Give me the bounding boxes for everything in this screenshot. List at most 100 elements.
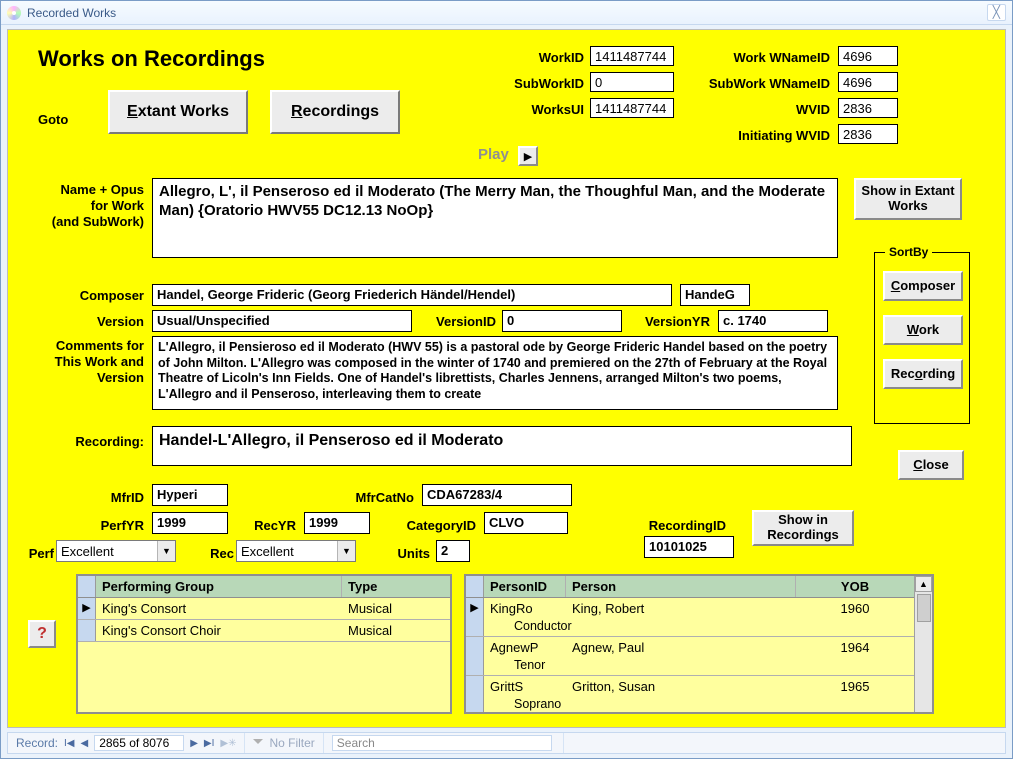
row-selector[interactable] xyxy=(466,637,484,675)
rec-label: Rec xyxy=(198,546,234,561)
wnameid-field[interactable]: 4696 xyxy=(838,46,898,66)
table-row[interactable]: ▶ KingRo King, Robert 1960 Conductor xyxy=(466,598,914,637)
scroll-up-icon[interactable]: ▲ xyxy=(915,576,932,592)
goto-label: Goto xyxy=(38,112,98,127)
units-field[interactable]: 2 xyxy=(436,540,470,562)
scroll-thumb[interactable] xyxy=(917,594,931,622)
perfyr-label: PerfYR xyxy=(68,518,144,533)
play-button[interactable]: ▶ xyxy=(518,146,538,166)
nameopus-field[interactable]: Allegro, L', il Penseroso ed il Moderato… xyxy=(152,178,838,258)
wnameid-label: Work WNameID xyxy=(708,50,830,65)
mfrid-field[interactable]: Hyperi xyxy=(152,484,228,506)
cell-group: King's Consort Choir xyxy=(96,620,342,641)
window-title: Recorded Works xyxy=(27,6,116,20)
play-label: Play xyxy=(478,146,509,163)
cell-person: Gritton, Susan xyxy=(566,676,796,697)
row-selector[interactable] xyxy=(466,676,484,712)
worksui-field[interactable]: 1411487744 xyxy=(590,98,674,118)
nav-next-button[interactable]: ▶ xyxy=(190,738,198,749)
chevron-down-icon: ▼ xyxy=(337,541,355,561)
search-input[interactable] xyxy=(332,735,552,751)
recordnav-label: Record: xyxy=(16,736,58,750)
sortby-legend: SortBy xyxy=(885,245,932,259)
versionid-field[interactable]: 0 xyxy=(502,310,622,332)
initwvid-field[interactable]: 2836 xyxy=(838,124,898,144)
comments-field[interactable]: L'Allegro, il Pensieroso ed il Moderato … xyxy=(152,336,838,410)
wvid-field[interactable]: 2836 xyxy=(838,98,898,118)
cell-pid: KingRo xyxy=(484,598,566,619)
sortby-group: SortBy Composer Work Recording xyxy=(874,252,970,424)
grid-body: ▶ King's Consort Musical King's Consort … xyxy=(78,598,450,712)
sort-work-button[interactable]: Work xyxy=(883,315,963,345)
workid-label: WorkID xyxy=(478,50,584,65)
composer-field[interactable]: Handel, George Frideric (Georg Friederic… xyxy=(152,284,672,306)
grid1-col-group: Performing Group xyxy=(96,576,342,597)
categoryid-field[interactable]: CLVO xyxy=(484,512,568,534)
worksui-label: WorksUI xyxy=(478,102,584,117)
row-selector[interactable] xyxy=(78,620,96,641)
subwnameid-field[interactable]: 4696 xyxy=(838,72,898,92)
record-position-field[interactable] xyxy=(94,735,184,751)
nav-last-button[interactable]: ▶I xyxy=(204,738,214,749)
row-selector[interactable]: ▶ xyxy=(466,598,484,636)
recyr-field[interactable]: 1999 xyxy=(304,512,370,534)
nofilter-label: No Filter xyxy=(269,736,314,750)
show-extant-button[interactable]: Show in Extant Works xyxy=(854,178,962,220)
units-label: Units xyxy=(386,546,430,561)
nav-first-button[interactable]: I◀ xyxy=(64,738,74,749)
perfyr-field[interactable]: 1999 xyxy=(152,512,228,534)
categoryid-label: CategoryID xyxy=(384,518,476,533)
table-row[interactable]: King's Consort Choir Musical xyxy=(78,620,450,642)
cell-role: Tenor xyxy=(484,658,914,672)
cell-role: Soprano xyxy=(484,697,914,711)
versionyr-field[interactable]: c. 1740 xyxy=(718,310,828,332)
mfrid-label: MfrID xyxy=(78,490,144,505)
recordingid-field[interactable]: 10101025 xyxy=(644,536,734,558)
grid1-col-type: Type xyxy=(342,576,450,597)
recordings-button[interactable]: Recordings xyxy=(270,90,400,134)
versionid-label: VersionID xyxy=(422,314,496,329)
sort-recording-button[interactable]: Recording xyxy=(883,359,963,389)
window: Recorded Works ╳ Works on Recordings Got… xyxy=(0,0,1013,759)
wvid-label: WVID xyxy=(728,102,830,117)
performing-group-grid[interactable]: Performing Group Type ▶ King's Consort M… xyxy=(76,574,452,714)
table-row[interactable]: AgnewP Agnew, Paul 1964 Tenor xyxy=(466,637,914,676)
help-button[interactable]: ? xyxy=(28,620,56,648)
nav-new-button[interactable]: ▶✳ xyxy=(220,738,236,749)
cell-role: Conductor xyxy=(484,619,914,633)
app-icon xyxy=(7,6,21,20)
rec-combo-value: Excellent xyxy=(241,544,294,559)
row-selector-header xyxy=(78,576,96,597)
close-button[interactable]: Close xyxy=(898,450,964,480)
rec-combo[interactable]: Excellent ▼ xyxy=(236,540,356,562)
show-recordings-button[interactable]: Show in Recordings xyxy=(752,510,854,546)
extant-works-button[interactable]: Extant Works xyxy=(108,90,248,134)
nameopus-label-3: (and SubWork) xyxy=(28,214,144,229)
scrollbar[interactable]: ▲ xyxy=(914,576,932,712)
composer-short-field[interactable]: HandeG xyxy=(680,284,750,306)
grid2-col-person: Person xyxy=(566,576,796,597)
workid-field[interactable]: 1411487744 xyxy=(590,46,674,66)
cell-yob: 1965 xyxy=(796,676,914,697)
sort-composer-button[interactable]: Composer xyxy=(883,271,963,301)
table-row[interactable]: GrittS Gritton, Susan 1965 Soprano xyxy=(466,676,914,712)
comments-label-1: Comments for xyxy=(28,338,144,353)
grid-header: PersonID Person YOB xyxy=(466,576,914,598)
cell-type: Musical xyxy=(342,620,450,641)
perf-combo[interactable]: Excellent ▼ xyxy=(56,540,176,562)
table-row[interactable]: ▶ King's Consort Musical xyxy=(78,598,450,620)
subworkid-label: SubWorkID xyxy=(478,76,584,91)
row-selector[interactable]: ▶ xyxy=(78,598,96,619)
mfrcatno-field[interactable]: CDA67283/4 xyxy=(422,484,572,506)
recording-field[interactable]: Handel-L'Allegro, il Penseroso ed il Mod… xyxy=(152,426,852,466)
subworkid-field[interactable]: 0 xyxy=(590,72,674,92)
nameopus-label-2: for Work xyxy=(28,198,144,213)
comments-label-3: Version xyxy=(28,370,144,385)
recordingid-label: RecordingID xyxy=(624,518,726,533)
nav-prev-button[interactable]: ◀ xyxy=(81,738,89,749)
version-field[interactable]: Usual/Unspecified xyxy=(152,310,412,332)
cell-group: King's Consort xyxy=(96,598,342,619)
window-close-button[interactable]: ╳ xyxy=(987,4,1006,21)
record-navigator: Record: I◀ ◀ ▶ ▶I ▶✳ No Filter xyxy=(7,732,1006,754)
person-grid[interactable]: PersonID Person YOB ▶ KingRo King, Rober… xyxy=(464,574,934,714)
